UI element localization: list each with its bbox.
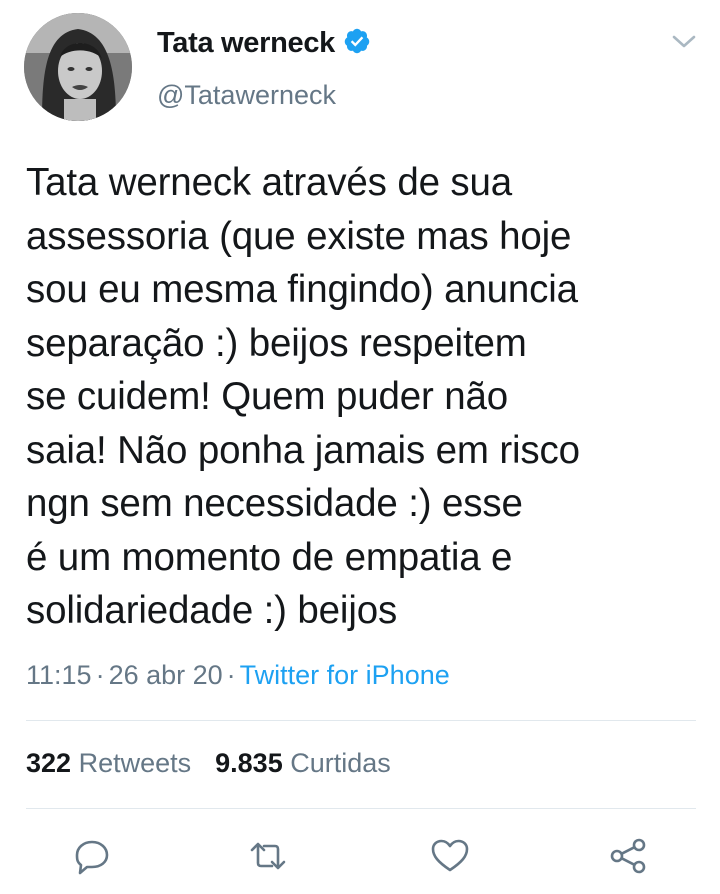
share-icon[interactable]: [606, 834, 650, 878]
like-icon[interactable]: [428, 834, 472, 878]
meta-separator-2: ·: [226, 660, 236, 690]
chevron-down-icon[interactable]: [670, 32, 698, 52]
reply-icon[interactable]: [70, 834, 114, 878]
tweet-source-link[interactable]: Twitter for iPhone: [240, 660, 450, 690]
retweet-icon[interactable]: [246, 834, 290, 878]
avatar[interactable]: [24, 13, 132, 121]
retweets-label[interactable]: Retweets: [79, 748, 192, 778]
retweets-count[interactable]: 322: [26, 748, 71, 778]
tweet-time: 11:15: [26, 660, 92, 690]
likes-count[interactable]: 9.835: [215, 748, 283, 778]
tweet-date: 26 abr 20: [108, 660, 223, 690]
action-bar: [0, 834, 720, 882]
verified-badge-icon: [344, 28, 370, 54]
divider: [26, 720, 696, 721]
tweet-card: Tata werneck @Tatawerneck Tata werneck a…: [0, 0, 720, 894]
likes-label[interactable]: Curtidas: [290, 748, 391, 778]
divider: [26, 808, 696, 809]
tweet-stats: 322 Retweets 9.835 Curtidas: [26, 748, 391, 779]
display-name[interactable]: Tata werneck: [157, 27, 371, 60]
handle[interactable]: @Tatawerneck: [157, 80, 336, 111]
tweet-text: Tata werneck através de sua assessoria (…: [26, 161, 580, 632]
display-name-text: Tata werneck: [157, 27, 336, 59]
meta-separator: ·: [95, 660, 105, 690]
tweet-meta: 11:15 · 26 abr 20 · Twitter for iPhone: [26, 660, 450, 691]
